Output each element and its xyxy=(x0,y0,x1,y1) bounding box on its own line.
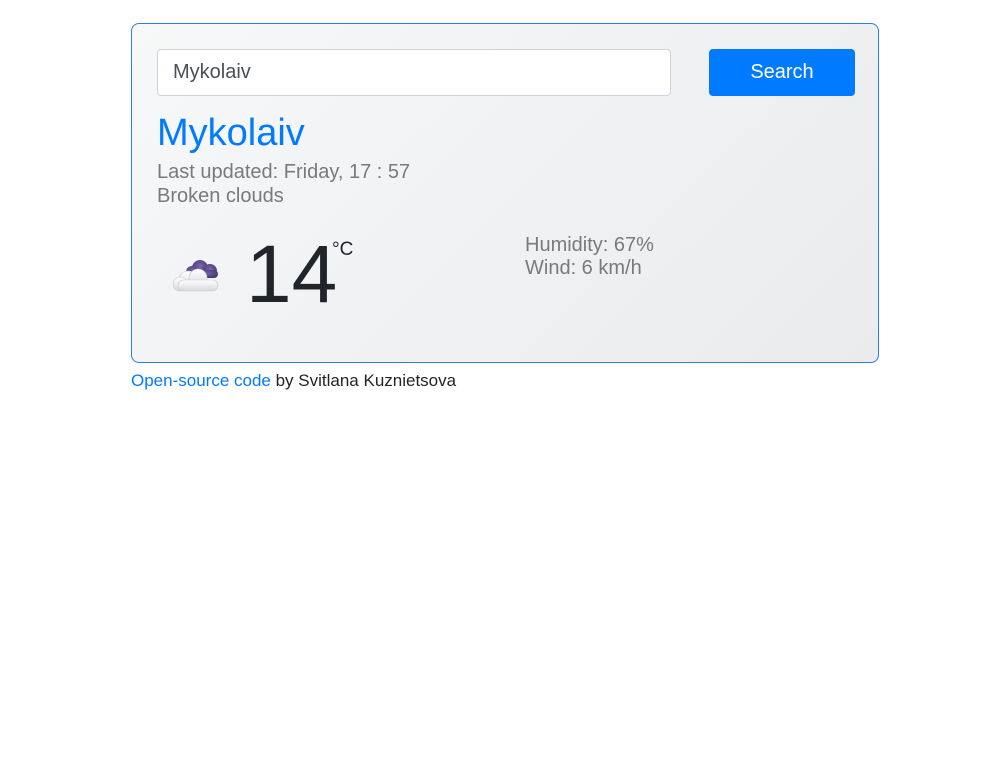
footer-author: by Svitlana Kuznietsova xyxy=(270,371,457,390)
last-updated: Last updated: Friday, 17 : 57 xyxy=(157,161,411,183)
source-code-link[interactable]: Open-source code xyxy=(131,371,271,390)
search-button[interactable]: Search xyxy=(709,49,855,96)
humidity: Humidity: 67% xyxy=(525,234,654,256)
city-name: Mykolaiv xyxy=(157,112,305,154)
broken-clouds-icon xyxy=(172,260,219,292)
temperature-value: 14 xyxy=(246,229,338,320)
footer: Open-source code by Svitlana Kuznietsova xyxy=(131,370,456,392)
temperature-unit: °C xyxy=(332,239,354,260)
weather-card: Search Mykolaiv Last updated: Friday, 17… xyxy=(131,23,879,363)
wind: Wind: 6 km/h xyxy=(525,257,642,279)
search-input[interactable] xyxy=(157,49,671,96)
weather-description: Broken clouds xyxy=(157,185,284,207)
